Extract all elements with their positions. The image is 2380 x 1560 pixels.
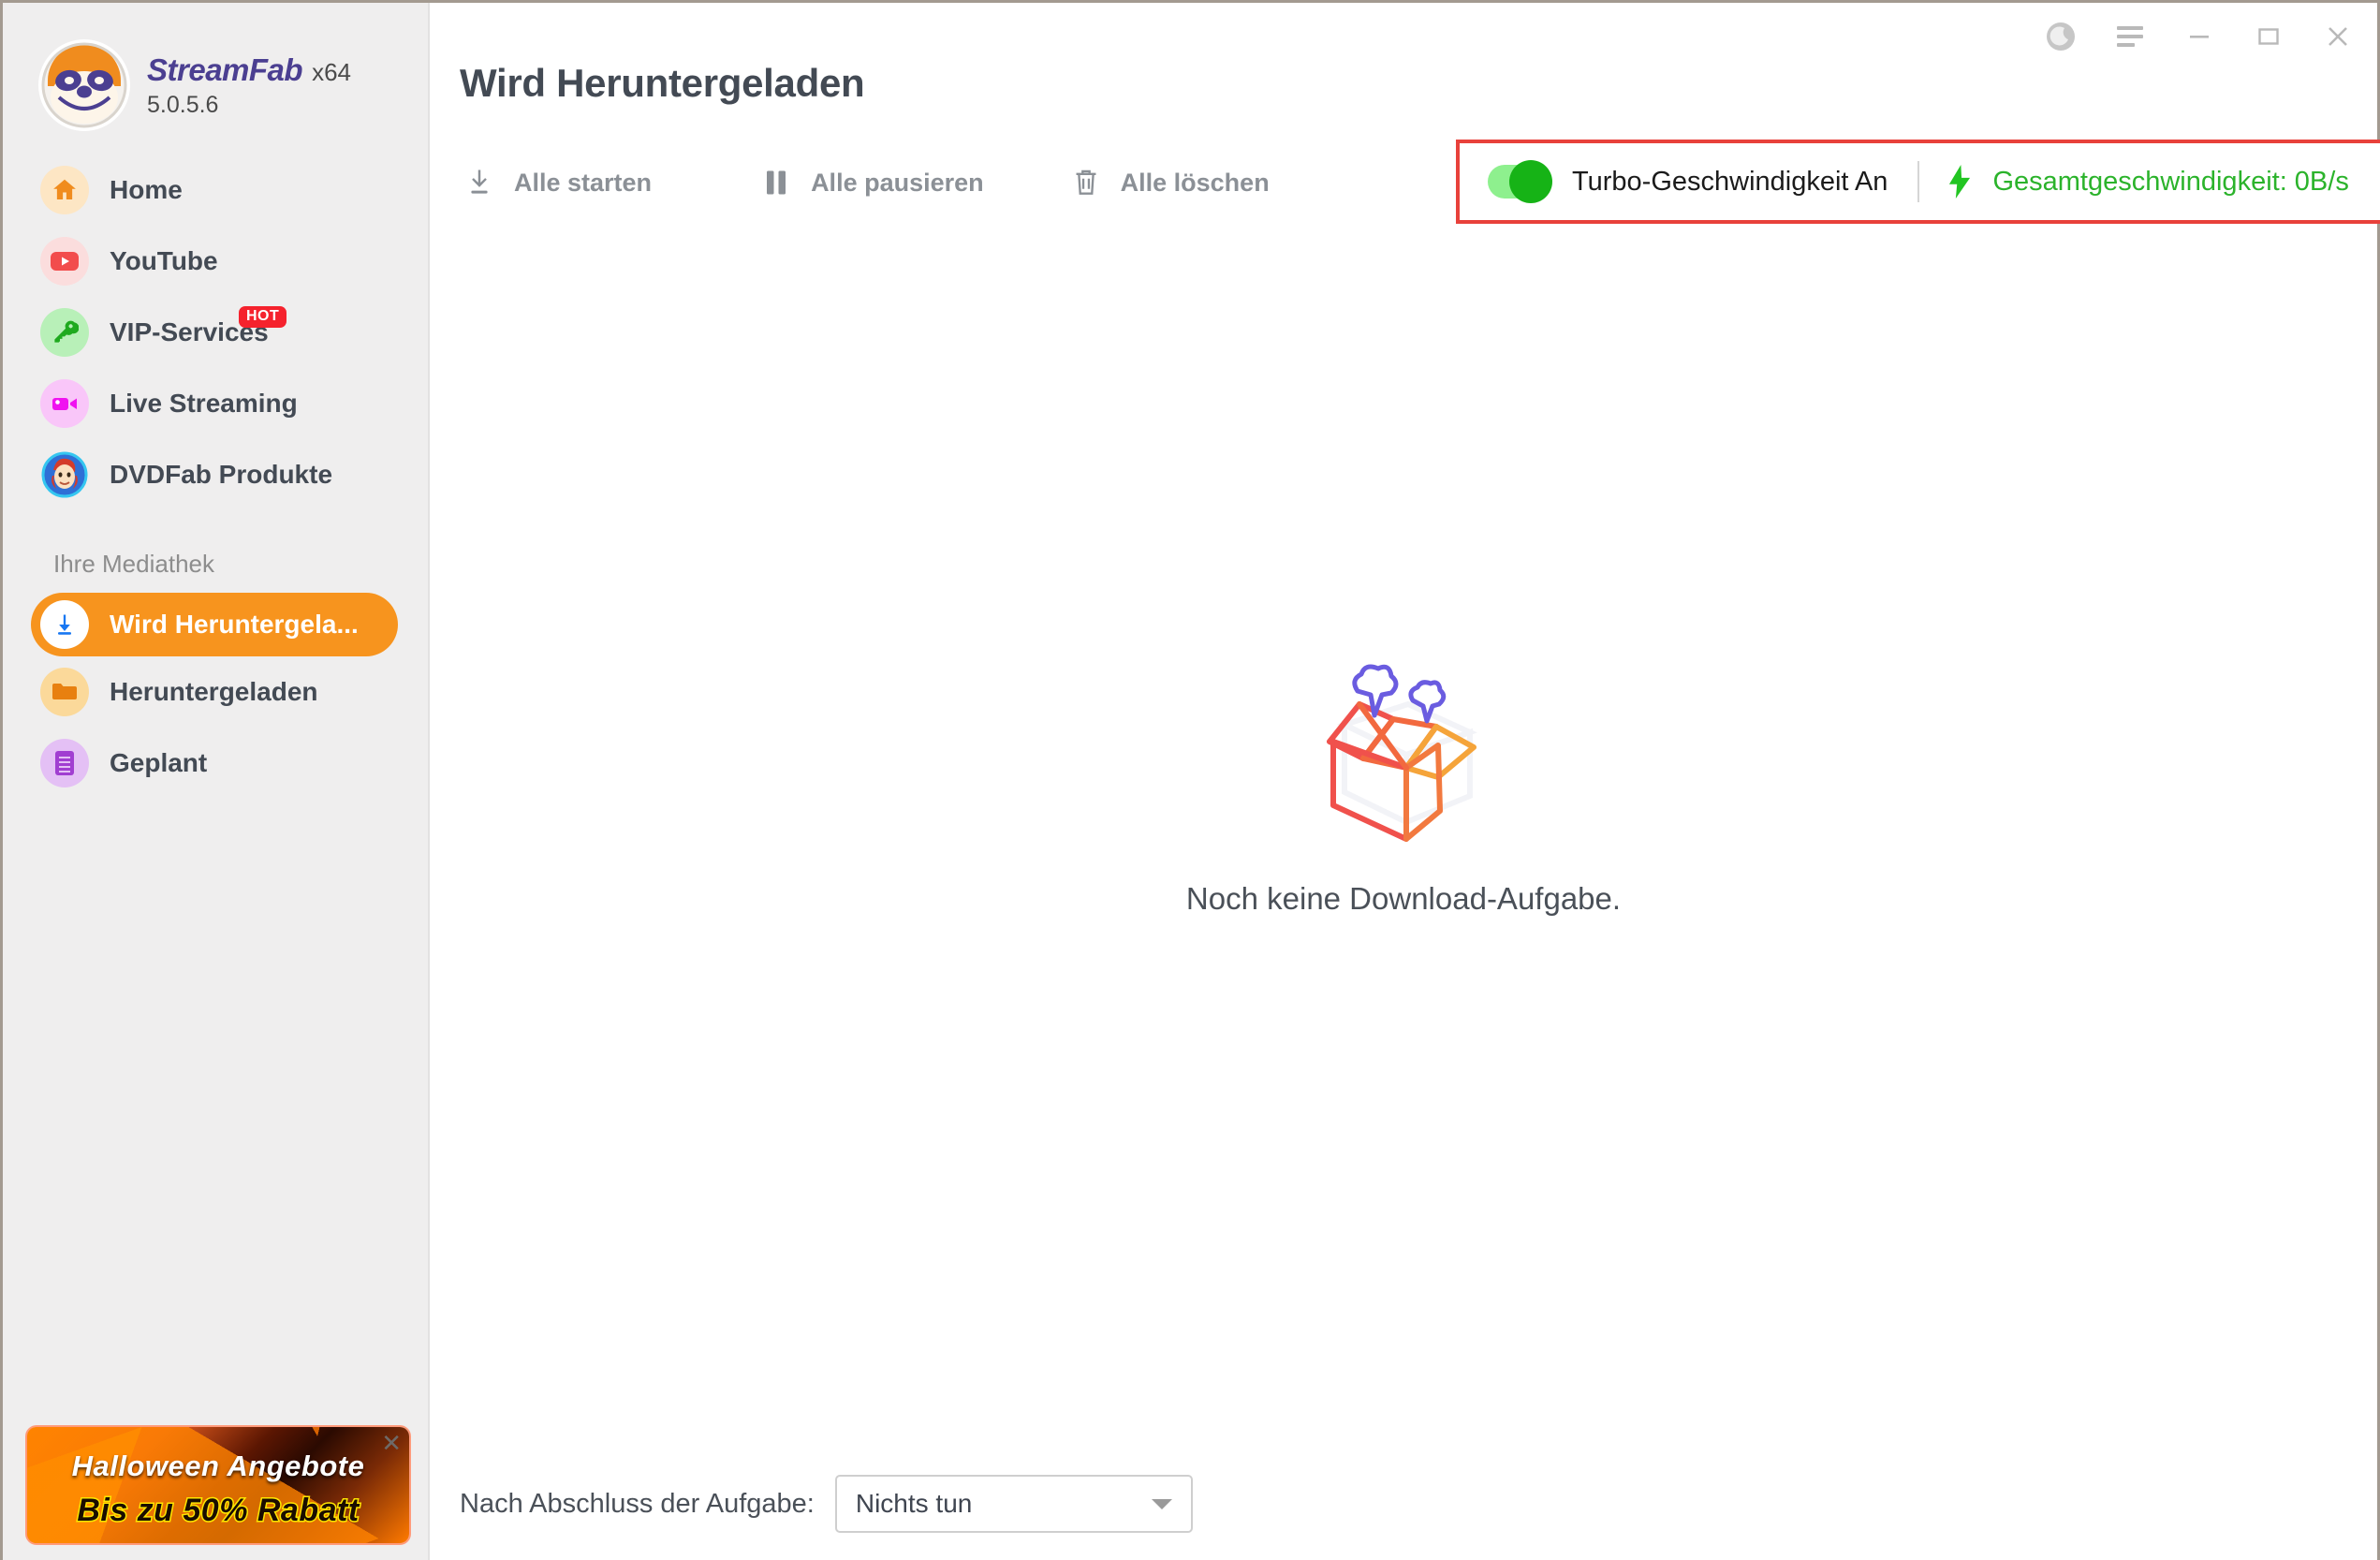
download-list-empty-state: Noch keine Download-Aufgabe. [430, 228, 2377, 1448]
hamburger-icon [2115, 24, 2145, 53]
sidebar-item-youtube[interactable]: YouTube [3, 226, 428, 297]
delete-all-label: Alle löschen [1120, 168, 1270, 197]
empty-state-text: Noch keine Download-Aufgabe. [1185, 881, 1622, 916]
sidebar-item-label: DVDFab Produkte [110, 460, 333, 489]
folder-icon [40, 668, 89, 716]
primary-nav: Home YouTube VIP-Services HOT Live Strea… [3, 155, 428, 799]
divider [1917, 161, 1920, 202]
schedule-list-icon [40, 739, 89, 787]
sidebar-item-label: Heruntergeladen [110, 677, 318, 706]
sidebar-item-geplant[interactable]: Geplant [3, 728, 428, 799]
theme-toggle-button[interactable] [2042, 20, 2079, 57]
sidebar-item-home[interactable]: Home [3, 155, 428, 226]
download-circle-icon [40, 600, 89, 649]
sidebar-item-wird-heruntergeladen[interactable]: Wird Heruntergela... [31, 593, 398, 656]
sidebar-item-label: Wird Heruntergela... [110, 610, 359, 639]
turbo-speed-panel: Turbo-Geschwindigkeit An Gesamtgeschwind… [1456, 140, 2380, 224]
main-content: Wird Heruntergeladen Alle starten Alle p… [430, 3, 2380, 1560]
delete-all-button[interactable]: Alle löschen [1066, 155, 1270, 211]
promo-subline: Bis zu 50% Rabatt [76, 1492, 360, 1530]
pause-all-button[interactable]: Alle pausieren [757, 155, 984, 211]
sidebar-item-dvdfab-produkte[interactable]: DVDFab Produkte [3, 439, 428, 510]
pause-icon [757, 163, 796, 202]
download-icon [460, 163, 499, 202]
sidebar-item-label: Geplant [110, 748, 208, 777]
bottom-bar: Nach Abschluss der Aufgabe: Nichts tun [430, 1448, 2377, 1560]
youtube-icon [40, 237, 89, 286]
chevron-down-icon [1151, 1498, 1172, 1509]
pause-all-label: Alle pausieren [811, 168, 984, 197]
home-icon [40, 166, 89, 214]
promo-close-icon[interactable]: ✕ [381, 1431, 402, 1455]
maximize-icon [2255, 23, 2282, 54]
start-all-button[interactable]: Alle starten [460, 155, 652, 211]
promo-headline: Halloween Angebote [71, 1450, 365, 1482]
brand-header: StreamFab x64 5.0.5.6 [3, 3, 428, 131]
sidebar-item-label: Live Streaming [110, 389, 298, 418]
menu-button[interactable] [2111, 20, 2149, 57]
window-controls [2042, 20, 2357, 57]
brand-version: 5.0.5.6 [147, 91, 219, 118]
turbo-speed-toggle[interactable] [1488, 160, 1552, 203]
brand-arch: x64 [312, 57, 351, 86]
application-window: StreamFab x64 5.0.5.6 Home YouTube VIP-S… [0, 0, 2380, 1560]
turbo-speed-label: Turbo-Geschwindigkeit An [1572, 166, 1888, 197]
after-task-select[interactable]: Nichts tun [834, 1475, 1193, 1533]
empty-box-icon [1296, 655, 1511, 857]
key-icon [40, 308, 89, 357]
close-icon [2325, 23, 2351, 54]
minimize-icon [2186, 23, 2212, 54]
lightning-bolt-icon [1947, 165, 1979, 199]
sidebar: StreamFab x64 5.0.5.6 Home YouTube VIP-S… [3, 3, 430, 1560]
sidebar-item-live-streaming[interactable]: Live Streaming [3, 368, 428, 439]
total-speed-label: Gesamtgeschwindigkeit: 0B/s [1992, 166, 2349, 197]
hot-badge: HOT [239, 306, 287, 328]
sidebar-section-title: Ihre Mediathek [53, 550, 214, 578]
moon-icon [2046, 22, 2076, 56]
maximize-button[interactable] [2250, 20, 2287, 57]
streamfab-logo-icon [38, 39, 130, 131]
trash-icon [1066, 163, 1106, 202]
promo-banner[interactable]: Halloween Angebote Bis zu 50% Rabatt ✕ [25, 1425, 411, 1545]
dvdfab-icon [40, 450, 89, 499]
sidebar-item-heruntergeladen[interactable]: Heruntergeladen [3, 656, 428, 728]
sidebar-item-label: Home [110, 175, 183, 204]
start-all-label: Alle starten [514, 168, 653, 197]
after-task-label: Nach Abschluss der Aufgabe: [460, 1488, 815, 1519]
close-button[interactable] [2319, 20, 2357, 57]
sidebar-item-vip-services[interactable]: VIP-Services HOT [3, 297, 428, 368]
brand-name: StreamFab [147, 52, 303, 87]
minimize-button[interactable] [2181, 20, 2218, 57]
video-camera-icon [40, 379, 89, 428]
sidebar-item-label: YouTube [110, 246, 218, 275]
after-task-select-value: Nichts tun [855, 1489, 973, 1518]
toolbar: Alle starten Alle pausieren Alle löschen… [430, 138, 2380, 228]
